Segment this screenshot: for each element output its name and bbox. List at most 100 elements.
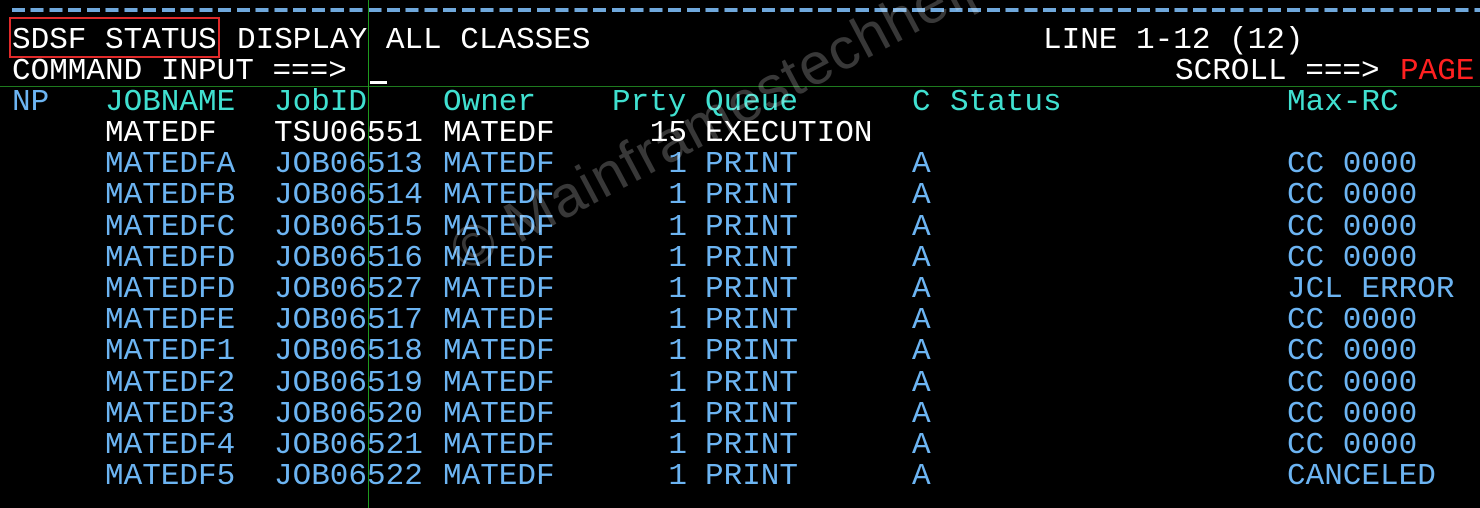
cell-maxrc: CC 0000 — [1287, 209, 1418, 245]
cell-queue: PRINT — [705, 209, 799, 245]
cell-class: A — [912, 178, 931, 214]
column-header-jobid[interactable]: JobID — [274, 87, 367, 118]
column-header-prty[interactable]: Prty — [612, 87, 686, 118]
line-info: LINE 1-12 (12) — [1043, 23, 1304, 58]
cell-owner: MATEDF — [443, 209, 555, 245]
panel-title: DISPLAY ALL CLASSES — [237, 23, 591, 58]
cell-priority: 15 — [649, 116, 687, 151]
cell-jobid: JOB06515 — [274, 209, 423, 245]
cell-owner: MATEDF — [443, 365, 555, 401]
job-row[interactable]: MATEDFC JOB06515 MATEDF 1 PRINT A CC 0000 — [0, 209, 1480, 245]
cell-maxrc: CC 0000 — [1287, 240, 1418, 276]
job-row[interactable]: MATEDF1 JOB06518 MATEDF 1 PRINT A CC 0000 — [0, 336, 1480, 367]
cell-queue: PRINT — [705, 178, 799, 214]
cell-priority: 1 — [668, 303, 687, 339]
cell-jobid: JOB06522 — [274, 459, 423, 495]
cell-class: A — [912, 209, 931, 245]
job-row[interactable]: MATEDF TSU06551 MATEDF 15 EXECUTION — [0, 118, 1480, 149]
cell-owner: MATEDF — [443, 272, 555, 307]
cell-jobname: MATEDF — [105, 116, 217, 151]
cell-jobid: JOB06513 — [274, 147, 423, 183]
cell-priority: 1 — [668, 240, 687, 276]
column-header-class[interactable]: C — [912, 87, 931, 118]
cell-jobid: JOB06514 — [274, 178, 423, 214]
scroll-amount-field[interactable]: PAGE — [1400, 56, 1474, 87]
cell-priority: 1 — [668, 396, 687, 432]
cell-jobname: MATEDF5 — [105, 459, 236, 495]
cell-queue: PRINT — [705, 459, 799, 495]
cell-owner: MATEDF — [443, 240, 555, 276]
top-dashed-border — [12, 8, 1480, 12]
cell-maxrc: JCL ERROR — [1287, 272, 1455, 307]
command-input-field[interactable] — [370, 57, 1150, 86]
cell-class: A — [912, 365, 931, 401]
command-row: COMMAND INPUT ===> SCROLL ===> PAGE — [0, 56, 1474, 87]
cell-owner: MATEDF — [443, 334, 555, 370]
cell-queue: PRINT — [705, 147, 799, 183]
job-row[interactable]: MATEDFE JOB06517 MATEDF 1 PRINT A CC 0000 — [0, 305, 1480, 336]
cell-queue: PRINT — [705, 303, 799, 339]
cell-maxrc: CC 0000 — [1287, 178, 1418, 214]
cell-priority: 1 — [668, 272, 687, 307]
cell-class: A — [912, 334, 931, 370]
cell-class: A — [912, 396, 931, 432]
cell-maxrc: CC 0000 — [1287, 396, 1418, 432]
cell-owner: MATEDF — [443, 116, 555, 151]
cell-jobname: MATEDFD — [105, 240, 236, 276]
cell-queue: PRINT — [705, 334, 799, 370]
cell-maxrc: CC 0000 — [1287, 428, 1418, 463]
text-cursor — [370, 81, 387, 84]
cell-jobname: MATEDF2 — [105, 365, 236, 401]
cell-class: A — [912, 240, 931, 276]
command-input-label: COMMAND INPUT ===> — [12, 54, 347, 89]
cell-jobid: JOB06519 — [274, 365, 423, 401]
job-row[interactable]: MATEDF5 JOB06522 MATEDF 1 PRINT A CANCELED — [0, 461, 1480, 492]
column-header-queue[interactable]: Queue — [705, 87, 798, 118]
job-row[interactable]: MATEDF4 JOB06521 MATEDF 1 PRINT A CC 0000 — [0, 430, 1480, 461]
column-header-jobname[interactable]: JOBNAME — [105, 87, 235, 118]
job-row[interactable]: MATEDFD JOB06527 MATEDF 1 PRINT A JCL ERROR — [0, 274, 1480, 305]
cell-queue: EXECUTION — [705, 116, 873, 151]
job-row[interactable]: MATEDFD JOB06516 MATEDF 1 PRINT A CC 0000 — [0, 243, 1480, 274]
cell-owner: MATEDF — [443, 147, 555, 183]
cell-jobname: MATEDFD — [105, 272, 236, 307]
cell-priority: 1 — [668, 365, 687, 401]
cell-class: A — [912, 303, 931, 339]
cell-maxrc: CC 0000 — [1287, 334, 1418, 370]
cell-jobname: MATEDFC — [105, 209, 236, 245]
cell-priority: 1 — [668, 334, 687, 370]
column-header-maxrc[interactable]: Max-RC — [1287, 87, 1399, 118]
cell-class: A — [912, 272, 931, 307]
cell-owner: MATEDF — [443, 396, 555, 432]
column-header-owner[interactable]: Owner — [443, 87, 536, 118]
cell-owner: MATEDF — [443, 459, 555, 495]
cell-maxrc: CC 0000 — [1287, 147, 1418, 183]
cell-queue: PRINT — [705, 240, 799, 276]
cell-jobname: MATEDFE — [105, 303, 236, 339]
cell-class: A — [912, 459, 931, 495]
sdsf-terminal-screen: SDSF STATUS DISPLAY ALL CLASSES LINE 1-1… — [0, 0, 1480, 508]
cell-owner: MATEDF — [443, 303, 555, 339]
job-row[interactable]: MATEDF2 JOB06519 MATEDF 1 PRINT A CC 0000 — [0, 365, 1480, 401]
cell-jobid: TSU06551 — [274, 116, 423, 151]
job-row[interactable]: MATEDF3 JOB06520 MATEDF 1 PRINT A CC 0000 — [0, 399, 1480, 430]
cell-jobname: MATEDFA — [105, 147, 236, 183]
job-row[interactable]: MATEDFA JOB06513 MATEDF 1 PRINT A CC 0000 — [0, 149, 1480, 180]
panel-label: SDSF STATUS — [12, 23, 217, 58]
cell-priority: 1 — [668, 428, 687, 463]
column-header-np[interactable]: NP — [12, 87, 49, 118]
cell-jobid: JOB06518 — [274, 334, 423, 370]
cell-queue: PRINT — [705, 272, 799, 307]
job-row[interactable]: MATEDFB JOB06514 MATEDF 1 PRINT A CC 0000 — [0, 180, 1480, 211]
cell-maxrc: CC 0000 — [1287, 303, 1418, 339]
cell-priority: 1 — [668, 459, 687, 495]
cell-jobid: JOB06516 — [274, 240, 423, 276]
cell-jobname: MATEDF1 — [105, 334, 236, 370]
cell-jobid: JOB06520 — [274, 396, 423, 432]
cell-jobname: MATEDFB — [105, 178, 236, 214]
column-header-status[interactable]: Status — [950, 87, 1062, 118]
cell-jobid: JOB06521 — [274, 428, 423, 463]
cell-queue: PRINT — [705, 396, 799, 432]
cell-priority: 1 — [668, 209, 687, 245]
column-header-row: NP JOBNAME JobID Owner Prty Queue C Stat… — [0, 87, 1399, 118]
